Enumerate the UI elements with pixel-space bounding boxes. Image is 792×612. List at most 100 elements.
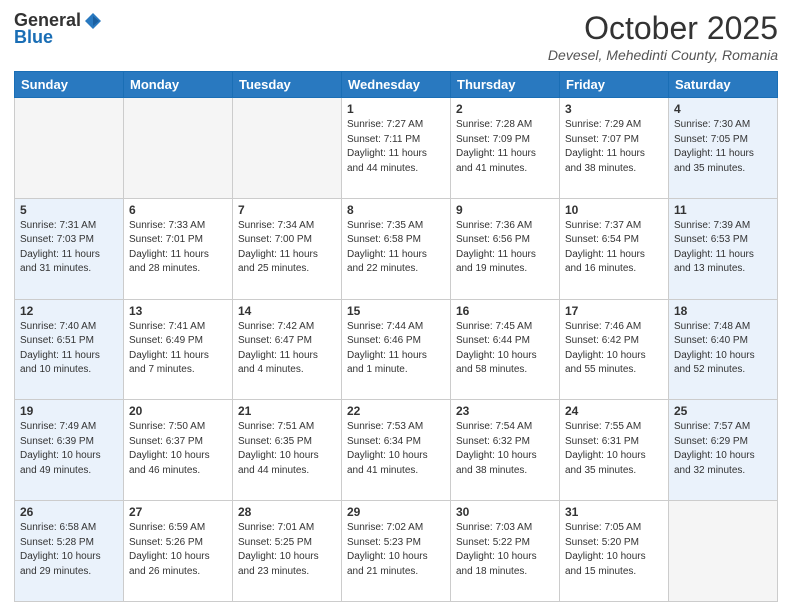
day-info: Sunrise: 7:02 AM Sunset: 5:23 PM Dayligh… [347, 521, 445, 579]
col-header-sunday: Sunday [15, 72, 124, 98]
day-info: Sunrise: 7:31 AM Sunset: 7:03 PM Dayligh… [20, 219, 118, 277]
week-row-4: 19Sunrise: 7:49 AM Sunset: 6:39 PM Dayli… [15, 400, 778, 501]
day-cell: 1Sunrise: 7:27 AM Sunset: 7:11 PM Daylig… [342, 98, 451, 199]
day-info: Sunrise: 7:54 AM Sunset: 6:32 PM Dayligh… [456, 420, 554, 478]
day-number: 30 [456, 505, 554, 519]
col-header-thursday: Thursday [451, 72, 560, 98]
col-header-wednesday: Wednesday [342, 72, 451, 98]
day-cell: 7Sunrise: 7:34 AM Sunset: 7:00 PM Daylig… [233, 198, 342, 299]
header: General Blue October 2025 Devesel, Mehed… [14, 10, 778, 63]
day-number: 2 [456, 102, 554, 116]
week-row-3: 12Sunrise: 7:40 AM Sunset: 6:51 PM Dayli… [15, 299, 778, 400]
day-info: Sunrise: 7:34 AM Sunset: 7:00 PM Dayligh… [238, 219, 336, 277]
day-cell: 4Sunrise: 7:30 AM Sunset: 7:05 PM Daylig… [669, 98, 778, 199]
day-info: Sunrise: 7:42 AM Sunset: 6:47 PM Dayligh… [238, 320, 336, 378]
logo: General Blue [14, 10, 103, 48]
day-cell: 20 Sunrise: 7:50 AM Sunset: 6:37 PM Dayli… [124, 400, 233, 501]
day-info: Sunrise: 6:58 AM Sunset: 5:28 PM Dayligh… [20, 521, 118, 579]
week-row-2: 5 Sunrise: 7:31 AM Sunset: 7:03 PM Daylig… [15, 198, 778, 299]
day-info: Sunrise: 7:30 AM Sunset: 7:05 PM Dayligh… [674, 118, 772, 176]
day-cell: 28Sunrise: 7:01 AM Sunset: 5:25 PM Dayli… [233, 501, 342, 602]
day-cell: 26 Sunrise: 6:58 AM Sunset: 5:28 PM Dayli… [15, 501, 124, 602]
day-number: 31 [565, 505, 663, 519]
day-number: 5 [20, 203, 118, 217]
day-number: 27 [129, 505, 227, 519]
day-info: Sunrise: 7:55 AM Sunset: 6:31 PM Dayligh… [565, 420, 663, 478]
logo-blue-text: Blue [14, 27, 53, 48]
day-cell [124, 98, 233, 199]
day-number: 20 [129, 404, 227, 418]
title-section: October 2025 Devesel, Mehedinti County, … [548, 10, 778, 63]
col-header-friday: Friday [560, 72, 669, 98]
day-cell: 21 Sunrise: 7:51 AM Sunset: 6:35 PM Dayli… [233, 400, 342, 501]
day-cell: 10 Sunrise: 7:37 AM Sunset: 6:54 PM Dayli… [560, 198, 669, 299]
day-cell: 3Sunrise: 7:29 AM Sunset: 7:07 PM Daylig… [560, 98, 669, 199]
day-number: 22 [347, 404, 445, 418]
day-info: Sunrise: 7:33 AM Sunset: 7:01 PM Dayligh… [129, 219, 227, 277]
day-cell: 14 Sunrise: 7:42 AM Sunset: 6:47 PM Dayli… [233, 299, 342, 400]
day-cell: 22 Sunrise: 7:53 AM Sunset: 6:34 PM Dayli… [342, 400, 451, 501]
day-info: Sunrise: 7:41 AM Sunset: 6:49 PM Dayligh… [129, 320, 227, 378]
day-cell: 23 Sunrise: 7:54 AM Sunset: 6:32 PM Dayli… [451, 400, 560, 501]
week-row-1: 1Sunrise: 7:27 AM Sunset: 7:11 PM Daylig… [15, 98, 778, 199]
day-info: Sunrise: 7:36 AM Sunset: 6:56 PM Dayligh… [456, 219, 554, 277]
day-number: 9 [456, 203, 554, 217]
day-info: Sunrise: 7:28 AM Sunset: 7:09 PM Dayligh… [456, 118, 554, 176]
calendar-table: SundayMondayTuesdayWednesdayThursdayFrid… [14, 71, 778, 602]
day-info: Sunrise: 7:48 AM Sunset: 6:40 PM Dayligh… [674, 320, 772, 378]
col-header-tuesday: Tuesday [233, 72, 342, 98]
day-cell: 29 Sunrise: 7:02 AM Sunset: 5:23 PM Dayli… [342, 501, 451, 602]
day-number: 13 [129, 304, 227, 318]
day-cell: 27 Sunrise: 6:59 AM Sunset: 5:26 PM Dayli… [124, 501, 233, 602]
day-cell: 19Sunrise: 7:49 AM Sunset: 6:39 PM Dayli… [15, 400, 124, 501]
day-number: 16 [456, 304, 554, 318]
day-cell [669, 501, 778, 602]
day-info: Sunrise: 7:40 AM Sunset: 6:51 PM Dayligh… [20, 320, 118, 378]
day-cell: 9 Sunrise: 7:36 AM Sunset: 6:56 PM Daylig… [451, 198, 560, 299]
day-info: Sunrise: 7:27 AM Sunset: 7:11 PM Dayligh… [347, 118, 445, 176]
day-info: Sunrise: 7:50 AM Sunset: 6:37 PM Dayligh… [129, 420, 227, 478]
day-info: Sunrise: 7:37 AM Sunset: 6:54 PM Dayligh… [565, 219, 663, 277]
week-row-5: 26 Sunrise: 6:58 AM Sunset: 5:28 PM Dayli… [15, 501, 778, 602]
month-title: October 2025 [548, 10, 778, 47]
day-number: 14 [238, 304, 336, 318]
day-cell: 24Sunrise: 7:55 AM Sunset: 6:31 PM Dayli… [560, 400, 669, 501]
day-number: 17 [565, 304, 663, 318]
day-cell: 5 Sunrise: 7:31 AM Sunset: 7:03 PM Daylig… [15, 198, 124, 299]
day-number: 15 [347, 304, 445, 318]
day-headers-row: SundayMondayTuesdayWednesdayThursdayFrid… [15, 72, 778, 98]
day-cell: 18Sunrise: 7:48 AM Sunset: 6:40 PM Dayli… [669, 299, 778, 400]
day-info: Sunrise: 7:51 AM Sunset: 6:35 PM Dayligh… [238, 420, 336, 478]
day-info: Sunrise: 7:05 AM Sunset: 5:20 PM Dayligh… [565, 521, 663, 579]
day-info: Sunrise: 7:45 AM Sunset: 6:44 PM Dayligh… [456, 320, 554, 378]
day-info: Sunrise: 7:53 AM Sunset: 6:34 PM Dayligh… [347, 420, 445, 478]
day-number: 25 [674, 404, 772, 418]
day-number: 26 [20, 505, 118, 519]
day-cell [233, 98, 342, 199]
day-number: 21 [238, 404, 336, 418]
location: Devesel, Mehedinti County, Romania [548, 47, 778, 63]
day-cell: 17 Sunrise: 7:46 AM Sunset: 6:42 PM Dayli… [560, 299, 669, 400]
day-cell: 15 Sunrise: 7:44 AM Sunset: 6:46 PM Dayli… [342, 299, 451, 400]
day-cell: 25 Sunrise: 7:57 AM Sunset: 6:29 PM Dayli… [669, 400, 778, 501]
day-number: 3 [565, 102, 663, 116]
day-info: Sunrise: 7:03 AM Sunset: 5:22 PM Dayligh… [456, 521, 554, 579]
day-info: Sunrise: 7:46 AM Sunset: 6:42 PM Dayligh… [565, 320, 663, 378]
day-info: Sunrise: 6:59 AM Sunset: 5:26 PM Dayligh… [129, 521, 227, 579]
day-info: Sunrise: 7:44 AM Sunset: 6:46 PM Dayligh… [347, 320, 445, 378]
col-header-monday: Monday [124, 72, 233, 98]
day-number: 19 [20, 404, 118, 418]
day-info: Sunrise: 7:57 AM Sunset: 6:29 PM Dayligh… [674, 420, 772, 478]
day-number: 6 [129, 203, 227, 217]
day-info: Sunrise: 7:35 AM Sunset: 6:58 PM Dayligh… [347, 219, 445, 277]
logo-icon [83, 11, 103, 31]
day-number: 10 [565, 203, 663, 217]
day-cell: 2 Sunrise: 7:28 AM Sunset: 7:09 PM Daylig… [451, 98, 560, 199]
day-info: Sunrise: 7:39 AM Sunset: 6:53 PM Dayligh… [674, 219, 772, 277]
day-number: 28 [238, 505, 336, 519]
day-number: 29 [347, 505, 445, 519]
day-cell [15, 98, 124, 199]
day-cell: 16 Sunrise: 7:45 AM Sunset: 6:44 PM Dayli… [451, 299, 560, 400]
day-number: 23 [456, 404, 554, 418]
day-cell: 8Sunrise: 7:35 AM Sunset: 6:58 PM Daylig… [342, 198, 451, 299]
